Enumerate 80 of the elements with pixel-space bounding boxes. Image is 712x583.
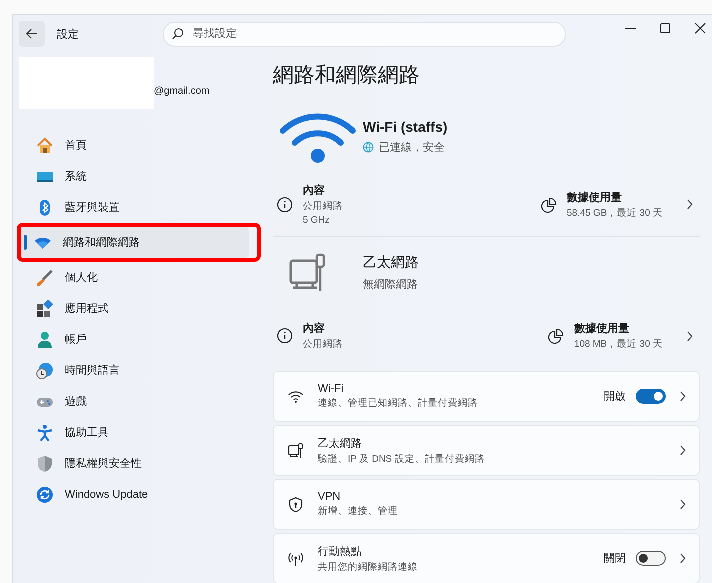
data-usage-link[interactable]: 數據使用量 58.45 GB，最近 30 天 xyxy=(537,183,700,226)
nav-item[interactable]: 應用程式 xyxy=(23,293,249,324)
search-input[interactable]: 尋找設定 xyxy=(193,28,557,40)
search-icon xyxy=(172,28,184,40)
shield-lock-icon xyxy=(288,496,304,512)
window-title: 設定 xyxy=(57,28,80,42)
paintbrush-icon xyxy=(36,268,54,286)
maximize-icon[interactable] xyxy=(660,23,671,34)
data-usage-link[interactable]: 數據使用量 108 MB，最近 30 天 xyxy=(544,321,700,351)
connection-status: 已連線，安全 xyxy=(379,140,445,155)
connection-status: 無網際網路 xyxy=(363,278,418,292)
pie-chart-icon xyxy=(548,328,564,344)
property-value: 公用網路 xyxy=(303,338,343,351)
properties-link[interactable]: 內容 公用網路 xyxy=(273,321,343,351)
computer-cable-icon xyxy=(288,442,304,458)
nav-item[interactable]: 遊戲 xyxy=(23,386,249,417)
data-usage-label: 數據使用量 xyxy=(567,190,624,204)
setting-title: 乙太網路 xyxy=(318,436,363,450)
chevron-icon xyxy=(687,330,694,342)
computer-cable-icon xyxy=(289,253,327,293)
wifi-icon xyxy=(288,388,304,404)
network-name: 乙太網路 xyxy=(363,254,419,272)
property-value: 公用網路 xyxy=(303,200,343,213)
properties-label: 內容 xyxy=(303,184,326,198)
chevron-icon xyxy=(680,553,687,564)
info-icon xyxy=(277,196,293,212)
nav-item[interactable]: 個人化 xyxy=(23,262,249,293)
nav-item[interactable]: 首頁 xyxy=(23,130,249,161)
person-icon xyxy=(36,330,54,348)
toggle-state-label: 關閉 xyxy=(604,552,626,566)
setting-title: 行動熱點 xyxy=(318,544,363,558)
properties-link[interactable]: 內容 公用網路 5 GHz xyxy=(273,183,343,226)
globe-icon xyxy=(363,142,374,153)
page-title: 網路和網際網路 xyxy=(273,63,421,89)
nav-item[interactable]: Windows Update xyxy=(23,479,249,510)
search-field[interactable]: 尋找設定 xyxy=(163,22,566,46)
nav-item[interactable]: 時間與語言 xyxy=(23,355,249,386)
chevron-icon xyxy=(680,391,687,402)
antenna-icon xyxy=(288,550,304,566)
data-usage-value: 58.45 GB，最近 30 天 xyxy=(567,206,663,220)
selection-indicator xyxy=(24,235,27,250)
setting-description: 驗證、IP 及 DNS 設定、計量付費網路 xyxy=(318,452,486,466)
setting-card[interactable]: VPN 新增、連接、管理 xyxy=(273,479,700,530)
setting-description: 連線、管理已知網路、計量付費網路 xyxy=(318,397,479,410)
setting-card[interactable]: 行動熱點 共用您的網際網路連線 關閉 xyxy=(273,533,700,583)
toggle-switch[interactable] xyxy=(636,551,666,566)
close-icon[interactable] xyxy=(695,23,706,34)
setting-card[interactable]: Wi-Fi 連線、管理已知網路、計量付費網路 開啟 xyxy=(273,371,700,422)
pie-chart-icon xyxy=(541,196,558,212)
setting-description: 共用您的網際網路連線 xyxy=(318,560,419,574)
properties-label: 內容 xyxy=(303,322,326,336)
property-value: 5 GHz xyxy=(303,215,331,226)
shield-icon xyxy=(36,454,54,472)
back-button[interactable] xyxy=(19,21,45,47)
info-icon xyxy=(277,328,293,344)
data-usage-label: 數據使用量 xyxy=(574,322,630,336)
chevron-icon xyxy=(680,445,687,456)
data-usage-value: 108 MB，最近 30 天 xyxy=(574,338,663,351)
nav-item[interactable]: 隱私權與安全性 xyxy=(23,448,249,479)
sync-icon xyxy=(36,486,54,504)
nav-item[interactable]: 藍牙與裝置 xyxy=(23,192,249,223)
setting-title: Wi-Fi xyxy=(318,383,345,395)
setting-description: 新增、連接、管理 xyxy=(318,505,399,518)
nav-item[interactable]: 網路和網際網路 xyxy=(21,227,249,258)
app-grid-icon xyxy=(36,300,54,318)
nav-item[interactable]: 系統 xyxy=(23,161,249,192)
house-icon xyxy=(36,136,54,154)
account-email: @gmail.com xyxy=(154,86,210,97)
network-name: Wi-Fi (staffs) xyxy=(363,119,448,135)
nav-item[interactable]: 協助工具 xyxy=(23,417,249,448)
chevron-icon xyxy=(687,199,694,210)
back-arrow-icon xyxy=(26,28,38,40)
toggle-state-label: 開啟 xyxy=(604,390,626,404)
accessibility-icon xyxy=(36,424,54,442)
setting-title: VPN xyxy=(318,491,342,503)
nav-item[interactable]: 帳戶 xyxy=(23,324,249,355)
toggle-switch[interactable] xyxy=(636,389,666,404)
chevron-icon xyxy=(680,499,687,510)
setting-card[interactable]: 乙太網路 驗證、IP 及 DNS 設定、計量付費網路 xyxy=(273,425,700,476)
globe-clock-icon xyxy=(36,362,54,380)
